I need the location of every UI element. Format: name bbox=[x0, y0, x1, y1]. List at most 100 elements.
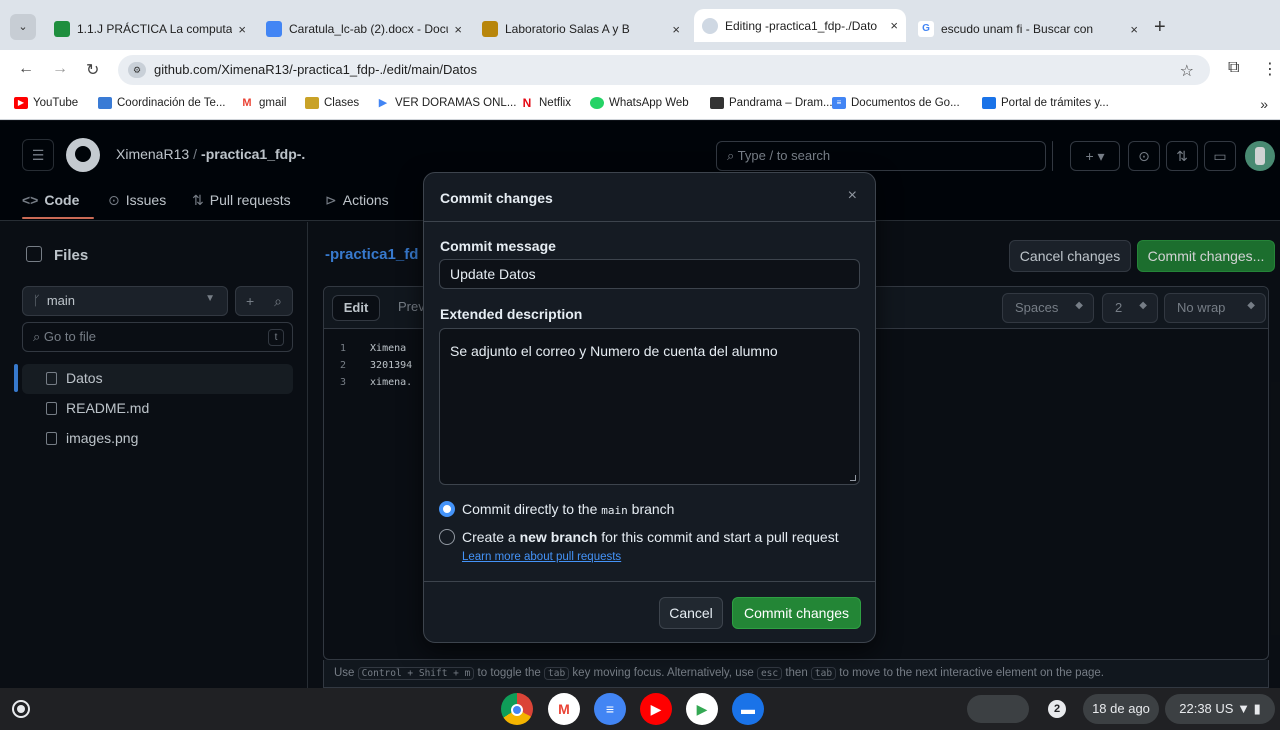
option-text: for this commit and start a pull request bbox=[601, 529, 839, 545]
bookmark-label: Documentos de Go... bbox=[851, 97, 960, 109]
github-icon bbox=[702, 17, 718, 34]
browser-tab-active[interactable]: Editing -practica1_fdp-./Dato × bbox=[694, 9, 906, 42]
tab-title: Laboratorio Salas A y B bbox=[505, 22, 630, 36]
url-text: github.com/XimenaR13/-practica1_fdp-./ed… bbox=[154, 62, 477, 77]
portal-icon bbox=[982, 97, 996, 109]
bookmark-whatsapp[interactable]: WhatsApp Web bbox=[590, 97, 689, 109]
wifi-icon: ▼ bbox=[1237, 701, 1250, 716]
youtube-icon: ▶ bbox=[14, 97, 28, 109]
site-info-icon[interactable]: ⚙ bbox=[128, 62, 146, 78]
youtube-icon[interactable]: ▶ bbox=[640, 693, 672, 725]
new-branch-option[interactable]: Create a new branch for this commit and … bbox=[439, 529, 839, 545]
new-tab-button[interactable]: + bbox=[1154, 16, 1166, 38]
tab-title: Caratula_lc-ab (2).docx - Docu bbox=[289, 22, 449, 36]
bookmarks-bar: ▶ YouTube Coordinación de Te... Mgmail Cl… bbox=[0, 90, 1280, 120]
bookmark-label: gmail bbox=[259, 97, 287, 109]
option-text: branch bbox=[631, 501, 675, 517]
bookmark-coordinacion[interactable]: Coordinación de Te... bbox=[98, 97, 225, 109]
bookmark-label: WhatsApp Web bbox=[609, 97, 689, 109]
learn-more-link[interactable]: Learn more about pull requests bbox=[462, 551, 621, 563]
dialog-divider bbox=[424, 581, 875, 582]
bookmark-gmail[interactable]: Mgmail bbox=[240, 97, 286, 109]
extensions-icon[interactable]: ⧉ bbox=[1228, 59, 1239, 77]
chrome-icon[interactable] bbox=[501, 693, 533, 725]
bookmark-documentos[interactable]: ≡ Documentos de Go... bbox=[832, 97, 960, 109]
bookmark-netflix[interactable]: N Netflix bbox=[520, 97, 571, 109]
dialog-divider bbox=[424, 221, 875, 222]
phone-hub-icon[interactable] bbox=[967, 695, 1029, 723]
bookmark-doramas[interactable]: ▶ VER DORAMAS ONL... bbox=[376, 97, 516, 109]
messages-icon[interactable]: ▬ bbox=[732, 693, 764, 725]
description-text: Se adjunto el correo y Numero de cuenta … bbox=[450, 343, 778, 359]
browser-menu-icon[interactable]: ⋮ bbox=[1262, 59, 1278, 79]
play-icon: ▶ bbox=[376, 97, 390, 109]
launcher-icon[interactable] bbox=[12, 700, 30, 718]
extended-description-textarea[interactable]: Se adjunto el correo y Numero de cuenta … bbox=[439, 328, 860, 485]
tab-title: Editing -practica1_fdp-./Dato bbox=[725, 18, 878, 33]
bookmark-label: Netflix bbox=[539, 97, 571, 109]
whatsapp-icon bbox=[590, 97, 604, 109]
docs-icon[interactable]: ≡ bbox=[594, 693, 626, 725]
extended-description-label: Extended description bbox=[440, 306, 583, 322]
commit-message-input[interactable]: Update Datos bbox=[439, 259, 860, 289]
browser-toolbar: ← → ↻ ⚙ github.com/XimenaR13/-practica1_… bbox=[0, 50, 1280, 90]
play-store-icon[interactable]: ▶ bbox=[686, 693, 718, 725]
tab-strip: ⌄ 1.1.J PRÁCTICA La computa × Caratula_l… bbox=[0, 0, 1280, 50]
netflix-icon: N bbox=[520, 97, 534, 109]
date-display[interactable]: 18 de ago bbox=[1083, 694, 1159, 724]
commit-direct-option[interactable]: Commit directly to the main branch bbox=[439, 501, 674, 517]
classroom-icon bbox=[305, 97, 319, 109]
bookmark-label: Pandrama – Dram... bbox=[729, 97, 833, 109]
browser-tab-1[interactable]: 1.1.J PRÁCTICA La computa × bbox=[46, 16, 254, 42]
bookmark-pandrama[interactable]: Pandrama – Dram... bbox=[710, 97, 833, 109]
close-icon[interactable]: × bbox=[454, 22, 462, 37]
reload-icon[interactable]: ↻ bbox=[86, 60, 99, 80]
bookmark-label: Portal de trámites y... bbox=[1001, 97, 1109, 109]
branch-code: main bbox=[601, 504, 628, 517]
bookmark-clases[interactable]: Clases bbox=[305, 97, 359, 109]
bookmark-label: VER DORAMAS ONL... bbox=[395, 97, 517, 109]
radio-unselected[interactable] bbox=[439, 529, 455, 545]
option-bold-text: new branch bbox=[519, 529, 598, 545]
commit-changes-submit-button[interactable]: Commit changes bbox=[732, 597, 861, 629]
close-icon[interactable]: × bbox=[890, 18, 898, 33]
option-text: Commit directly to the bbox=[462, 501, 598, 517]
gmail-icon[interactable]: M bbox=[548, 693, 580, 725]
commit-dialog: Commit changes × Commit message Update D… bbox=[423, 172, 876, 643]
tab-search-button[interactable]: ⌄ bbox=[10, 14, 36, 40]
bookmark-label: Coordinación de Te... bbox=[117, 97, 226, 109]
cancel-button[interactable]: Cancel bbox=[659, 597, 723, 629]
google-icon: G bbox=[918, 21, 934, 37]
bookmark-label: YouTube bbox=[33, 97, 79, 109]
bookmark-star-icon[interactable]: ☆ bbox=[1180, 61, 1194, 81]
dialog-title: Commit changes bbox=[440, 190, 553, 206]
tab-title: escudo unam fi - Buscar con bbox=[941, 22, 1094, 36]
close-icon[interactable]: × bbox=[672, 22, 680, 37]
bookmark-youtube[interactable]: ▶ YouTube bbox=[14, 97, 78, 109]
resize-handle-icon[interactable] bbox=[850, 475, 856, 481]
gmail-icon: M bbox=[240, 97, 254, 109]
bookmark-label: Clases bbox=[324, 97, 360, 109]
back-icon[interactable]: ← bbox=[18, 60, 34, 78]
os-shelf: M ≡ ▶ ▶ ▬ 2 18 de ago 22:38 US ▼ ▮ bbox=[0, 688, 1280, 730]
close-icon[interactable]: × bbox=[1130, 22, 1138, 37]
status-tray[interactable]: 22:38 US ▼ ▮ bbox=[1165, 694, 1275, 724]
forward-icon[interactable]: → bbox=[52, 60, 68, 78]
notification-count[interactable]: 2 bbox=[1048, 700, 1066, 718]
address-bar[interactable]: ⚙ github.com/XimenaR13/-practica1_fdp-./… bbox=[118, 55, 1210, 85]
docs-icon bbox=[266, 21, 282, 37]
bookmark-portal[interactable]: Portal de trámites y... bbox=[982, 97, 1109, 109]
classroom-icon bbox=[54, 21, 70, 37]
browser-tab-3[interactable]: Laboratorio Salas A y B × bbox=[474, 16, 688, 42]
commit-message-label: Commit message bbox=[440, 238, 556, 254]
more-bookmarks-icon[interactable]: » bbox=[1260, 96, 1268, 112]
close-icon[interactable]: × bbox=[238, 22, 246, 37]
radio-selected[interactable] bbox=[439, 501, 455, 517]
docs-icon: ≡ bbox=[832, 97, 846, 109]
unam-icon bbox=[482, 21, 498, 37]
browser-tab-5[interactable]: G escudo unam fi - Buscar con × bbox=[910, 16, 1146, 42]
close-icon[interactable]: × bbox=[848, 187, 857, 205]
pandrama-icon bbox=[710, 97, 724, 109]
browser-tab-2[interactable]: Caratula_lc-ab (2).docx - Docu × bbox=[258, 16, 470, 42]
coordinacion-icon bbox=[98, 97, 112, 109]
